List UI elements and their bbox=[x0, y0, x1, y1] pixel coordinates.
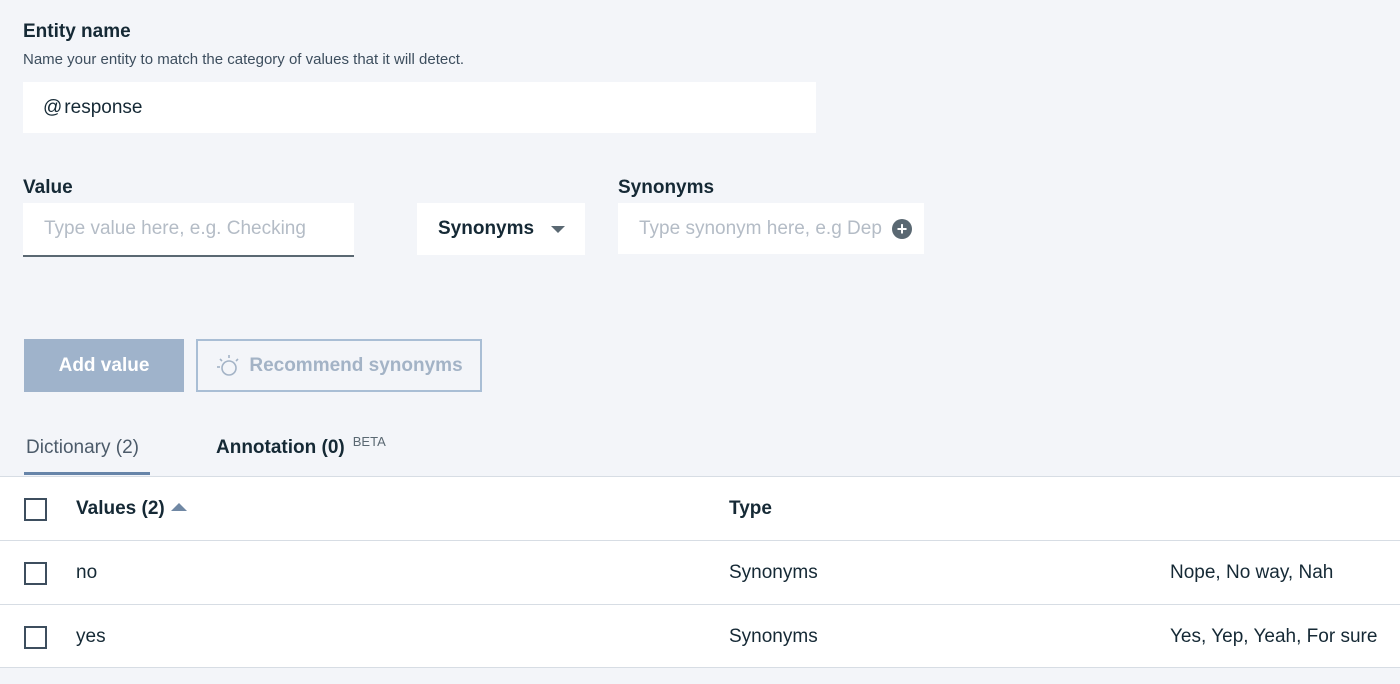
value-input[interactable] bbox=[23, 203, 354, 257]
values-header-label: Values (2) bbox=[76, 498, 165, 519]
row-type: Synonyms bbox=[729, 626, 818, 647]
recommend-synonyms-button[interactable]: Recommend synonyms bbox=[196, 339, 482, 392]
value-label: Value bbox=[23, 177, 73, 198]
synonym-input[interactable] bbox=[639, 203, 892, 254]
entity-name-title: Entity name bbox=[23, 21, 131, 42]
synonym-field[interactable]: + bbox=[618, 203, 924, 254]
entity-name-helper: Name your entity to match the category o… bbox=[23, 51, 465, 68]
values-table: Values (2) Type no Synonyms Nope, No way… bbox=[0, 476, 1400, 668]
table-row[interactable]: no Synonyms Nope, No way, Nah bbox=[0, 540, 1400, 604]
table-header-row: Values (2) Type bbox=[0, 476, 1400, 540]
select-all-checkbox[interactable] bbox=[24, 498, 47, 521]
row-value: no bbox=[76, 562, 98, 583]
tab-dictionary-label: Dictionary (2) bbox=[26, 437, 139, 458]
row-type: Synonyms bbox=[729, 562, 818, 583]
tab-annotation-label: Annotation (0) bbox=[216, 437, 345, 458]
beta-badge: BETA bbox=[352, 434, 386, 449]
tab-dictionary[interactable]: Dictionary (2) bbox=[24, 427, 150, 475]
row-synonyms: Yes, Yep, Yeah, For sure bbox=[1170, 626, 1378, 647]
at-prefix: @ bbox=[43, 96, 63, 118]
entity-name-field[interactable]: @ bbox=[23, 82, 816, 133]
row-checkbox[interactable] bbox=[24, 562, 47, 585]
type-select-value: Synonyms bbox=[438, 218, 535, 239]
row-synonyms: Nope, No way, Nah bbox=[1170, 562, 1334, 583]
synonyms-label: Synonyms bbox=[618, 177, 715, 198]
chevron-down-icon bbox=[551, 225, 565, 233]
row-value: yes bbox=[76, 626, 106, 647]
recommend-synonyms-label: Recommend synonyms bbox=[249, 354, 463, 376]
add-circle-icon[interactable]: + bbox=[892, 218, 912, 239]
type-column-header: Type bbox=[729, 498, 772, 519]
entity-name-input[interactable] bbox=[62, 82, 816, 133]
add-value-button[interactable]: Add value bbox=[24, 339, 184, 392]
tab-annotation[interactable]: Annotation (0) BETA bbox=[216, 427, 386, 475]
type-select[interactable]: Synonyms bbox=[417, 203, 585, 255]
lightbulb-icon bbox=[217, 354, 239, 376]
values-column-header[interactable]: Values (2) bbox=[76, 498, 187, 520]
sort-ascending-icon[interactable] bbox=[170, 502, 187, 511]
table-row[interactable]: yes Synonyms Yes, Yep, Yeah, For sure bbox=[0, 604, 1400, 668]
row-checkbox[interactable] bbox=[24, 626, 47, 649]
